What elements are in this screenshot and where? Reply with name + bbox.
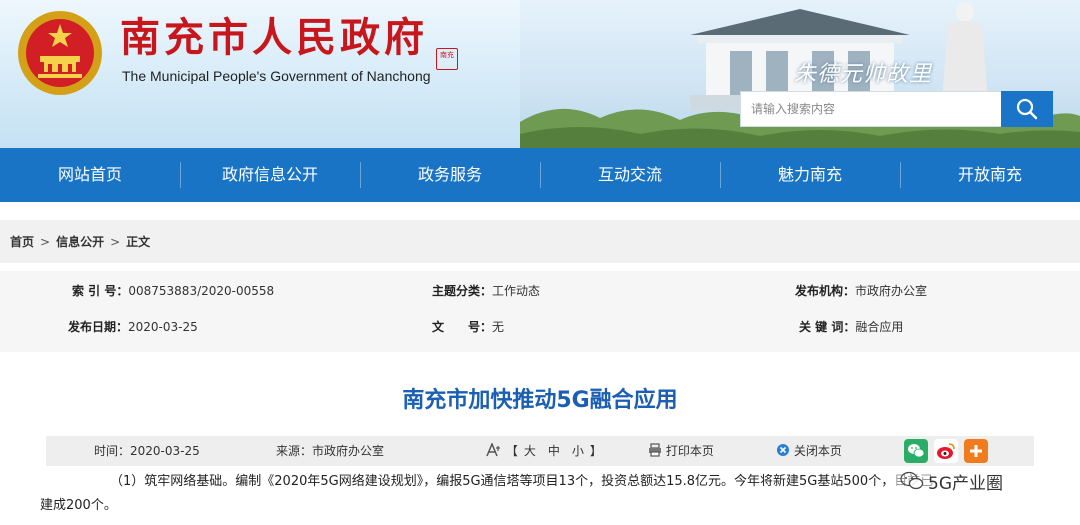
nav-item-gov-services[interactable]: 政务服务 xyxy=(360,148,540,202)
search-button[interactable] xyxy=(1001,91,1053,127)
breadcrumb-home[interactable]: 首页 xyxy=(10,233,34,250)
nav-item-interaction[interactable]: 互动交流 xyxy=(540,148,720,202)
meta-topic-label: 主题分类： xyxy=(432,284,493,298)
printer-icon xyxy=(649,443,661,457)
breadcrumb-current: 正文 xyxy=(126,235,151,249)
close-page-button[interactable]: 关闭本页 xyxy=(776,436,842,466)
plus-icon xyxy=(970,445,982,457)
meta-topic: 主题分类：工作动态 xyxy=(432,282,540,299)
print-label: 打印本页 xyxy=(665,444,714,458)
wechat-watermark: 5G产业圈 xyxy=(896,468,1007,494)
nav-item-charm-nanchong[interactable]: 魅力南充 xyxy=(720,148,900,202)
meta-doc-value: 无 xyxy=(492,320,505,334)
breadcrumb-separator: > xyxy=(110,234,121,249)
weibo-share-button[interactable] xyxy=(934,439,958,463)
nav-item-info-disclosure[interactable]: 政府信息公开 xyxy=(180,148,360,202)
nav-item-open-nanchong[interactable]: 开放南充 xyxy=(900,148,1080,202)
meta-date-label: 发布日期： xyxy=(68,320,129,334)
font-medium-button[interactable]: 中 xyxy=(548,444,560,458)
meta-topic-value: 工作动态 xyxy=(492,284,541,298)
more-share-button[interactable] xyxy=(964,439,988,463)
site-title-en: The Municipal People's Government of Nan… xyxy=(122,68,431,84)
search-icon xyxy=(1016,98,1038,120)
meta-date-value: 2020-03-25 xyxy=(128,320,198,334)
wechat-outline-icon xyxy=(900,471,924,490)
meta-keywords: 关 键 词：融合应用 xyxy=(799,318,903,335)
meta-index: 索 引 号：008753883/2020-00558 xyxy=(72,282,274,299)
article-source: 来源：市政府办公室 xyxy=(276,444,385,458)
header-banner: 南充市人民政府 南充 The Municipal People's Govern… xyxy=(0,0,1080,148)
meta-index-value: 008753883/2020-00558 xyxy=(128,284,275,298)
search-bar xyxy=(740,91,1053,127)
font-small-button[interactable]: 小 xyxy=(572,444,584,458)
meta-doc-number: 文 号：无 xyxy=(432,318,504,335)
font-size-control: 【大中小】 xyxy=(486,436,602,466)
calligraphy-slogan: 朱德元帅故里 xyxy=(794,62,933,87)
font-bracket-close: 】 xyxy=(589,444,602,458)
meta-keywords-label: 关 键 词： xyxy=(799,320,856,334)
meta-publisher-label: 发布机构： xyxy=(795,284,856,298)
font-size-icon xyxy=(486,442,500,457)
font-large-button[interactable]: 大 xyxy=(524,444,536,458)
article-body: （1）筑牢网络基础。编制《2020年5G网络建设规划》，编报5G通信塔等项目13… xyxy=(40,470,1040,518)
main-nav: 网站首页 政府信息公开 政务服务 互动交流 魅力南充 开放南充 xyxy=(0,148,1080,202)
wechat-share-button[interactable] xyxy=(904,439,928,463)
meta-keywords-value: 融合应用 xyxy=(855,320,904,334)
meta-doc-label: 文 号： xyxy=(432,320,493,334)
site-title-cn: 南充市人民政府 xyxy=(120,14,428,61)
breadcrumb-section[interactable]: 信息公开 xyxy=(56,233,104,250)
document-metadata: 索 引 号：008753883/2020-00558 主题分类：工作动态 发布机… xyxy=(0,271,1080,352)
nav-item-home[interactable]: 网站首页 xyxy=(0,148,180,202)
close-page-label: 关闭本页 xyxy=(793,444,842,458)
font-bracket-open: 【 xyxy=(505,444,518,458)
article-paragraph-line: 建成200个。 xyxy=(40,498,117,513)
article-paragraph-line: （1）筑牢网络基础。编制《2020年5G网络建设规划》，编报5G通信塔等项目13… xyxy=(110,474,934,489)
meta-publisher: 发布机构：市政府办公室 xyxy=(795,282,927,299)
seal-stamp: 南充 xyxy=(436,48,458,70)
breadcrumb-separator: > xyxy=(40,234,51,249)
national-emblem-icon xyxy=(18,11,102,95)
meta-publisher-value: 市政府办公室 xyxy=(855,284,928,298)
meta-index-label: 索 引 号： xyxy=(72,284,129,298)
breadcrumb: 首页 > 信息公开 > 正文 xyxy=(0,220,1080,263)
search-input[interactable] xyxy=(740,91,1001,127)
article-time: 时间：2020-03-25 xyxy=(94,444,200,458)
watermark-text: 5G产业圈 xyxy=(928,473,1003,494)
weibo-icon xyxy=(937,443,955,459)
wechat-icon xyxy=(908,444,925,458)
print-button[interactable]: 打印本页 xyxy=(648,436,714,466)
article-toolbar: 时间：2020-03-25 来源：市政府办公室 【大中小】 打印本页 关闭本页 xyxy=(46,436,1034,466)
close-icon xyxy=(777,444,789,456)
meta-date: 发布日期：2020-03-25 xyxy=(68,318,198,335)
article-title: 南充市加快推动5G融合应用 xyxy=(402,388,678,413)
